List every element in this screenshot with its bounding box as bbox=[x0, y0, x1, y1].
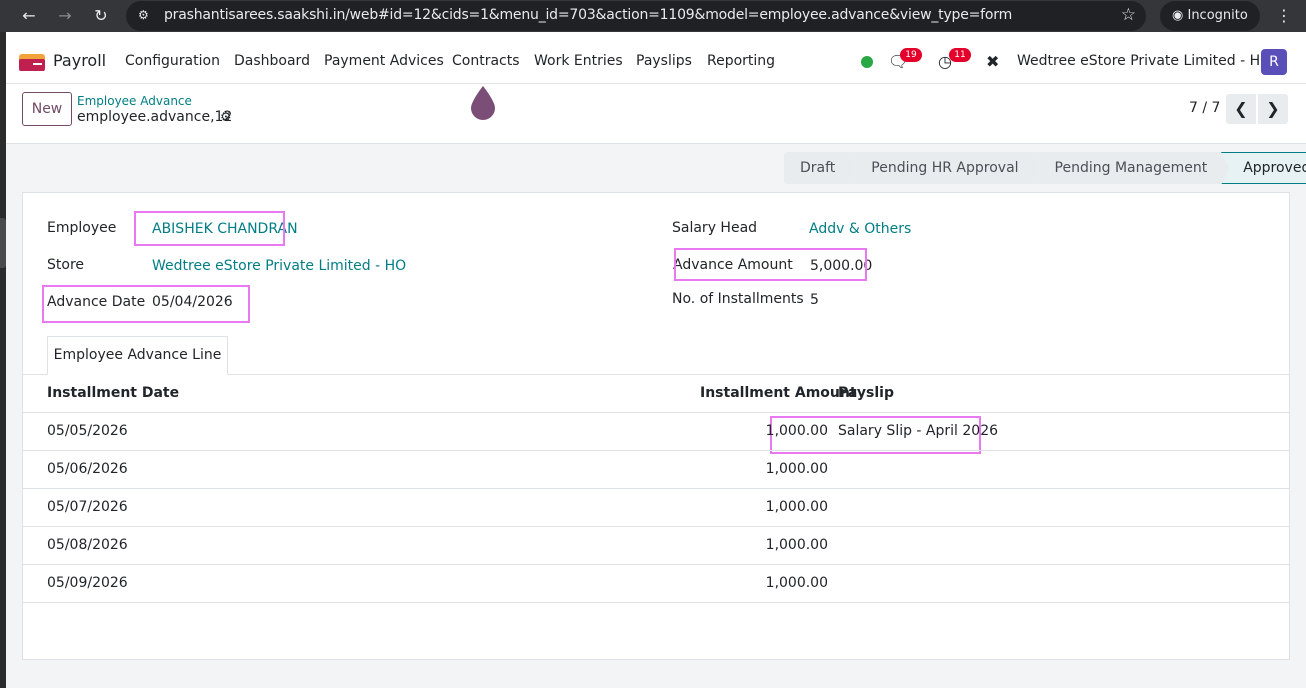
advance-amount-field[interactable]: 5,000.00 bbox=[810, 258, 872, 274]
table-bottom-border bbox=[23, 602, 1289, 603]
menu-reporting[interactable]: Reporting bbox=[707, 53, 775, 69]
new-button[interactable]: New bbox=[22, 92, 72, 126]
employee-label: Employee bbox=[47, 220, 117, 236]
installments-field[interactable]: 5 bbox=[810, 292, 819, 308]
row-installment-date: 05/09/2026 bbox=[47, 575, 128, 591]
gear-icon[interactable]: ⚙ bbox=[220, 110, 232, 125]
advance-date-field[interactable]: 05/04/2026 bbox=[152, 294, 233, 310]
col-installment-date[interactable]: Installment Date bbox=[47, 385, 179, 401]
url-text[interactable]: prashantisarees.saakshi.in/web#id=12&cid… bbox=[164, 7, 1012, 23]
advance-date-label: Advance Date bbox=[47, 294, 146, 310]
stage-pending-hr-approval[interactable]: Pending HR Approval bbox=[849, 152, 1041, 184]
bookmark-star-icon[interactable]: ☆ bbox=[1121, 5, 1136, 25]
messages-badge: 19 bbox=[900, 48, 922, 62]
menu-payslips[interactable]: Payslips bbox=[636, 53, 692, 69]
advance-amount-label: Advance Amount bbox=[673, 257, 793, 273]
stage-draft[interactable]: Draft bbox=[784, 152, 858, 184]
row-installment-date: 05/06/2026 bbox=[47, 461, 128, 477]
row-payslip: Salary Slip - April 2026 bbox=[838, 423, 999, 439]
address-bar[interactable]: ⚙ prashantisarees.saakshi.in/web#id=12&c… bbox=[126, 1, 1146, 31]
salary-head-label: Salary Head bbox=[672, 220, 758, 236]
row-installment-date: 05/05/2026 bbox=[47, 423, 128, 439]
col-installment-amount[interactable]: Installment Amount bbox=[700, 385, 857, 401]
pager-previous-button[interactable]: ❮ bbox=[1226, 94, 1256, 124]
chevron-right-icon: ❯ bbox=[1266, 99, 1280, 118]
installments-label: No. of Installments bbox=[672, 291, 804, 307]
tab-employee-advance-line[interactable]: Employee Advance Line bbox=[47, 336, 228, 375]
store-field[interactable]: Wedtree eStore Private Limited - HO bbox=[152, 258, 406, 274]
row-installment-amount: 1,000.00 bbox=[765, 575, 828, 591]
row-installment-amount: 1,000.00 bbox=[765, 423, 828, 439]
menu-payment-advices[interactable]: Payment Advices bbox=[324, 53, 444, 69]
browser-menu-icon[interactable]: ⋮ bbox=[1276, 6, 1292, 25]
company-switcher[interactable]: Wedtree eStore Private Limited - HO bbox=[1017, 53, 1271, 69]
app-navbar: Payroll Configuration Dashboard Payment … bbox=[6, 40, 1306, 84]
statusbar: Draft Pending HR Approval Pending Manage… bbox=[784, 152, 1306, 185]
chevron-left-icon: ❮ bbox=[1234, 99, 1248, 118]
employee-field[interactable]: ABISHEK CHANDRAN bbox=[152, 221, 298, 237]
col-payslip[interactable]: Payslip bbox=[838, 385, 894, 401]
menu-configuration[interactable]: Configuration bbox=[125, 53, 220, 69]
menu-dashboard[interactable]: Dashboard bbox=[234, 53, 310, 69]
browser-toolbar: ← → ↻ ⚙ prashantisarees.saakshi.in/web#i… bbox=[0, 0, 1306, 32]
row-installment-amount: 1,000.00 bbox=[765, 461, 828, 477]
stage-approved[interactable]: Approved bbox=[1221, 152, 1306, 185]
menu-contracts[interactable]: Contracts bbox=[452, 53, 520, 69]
user-avatar[interactable]: R bbox=[1261, 49, 1287, 75]
payroll-app-icon[interactable] bbox=[19, 54, 45, 71]
forward-arrow-icon[interactable]: → bbox=[54, 6, 76, 26]
salary-head-field[interactable]: Addv & Others bbox=[809, 221, 911, 237]
pager-value[interactable]: 7 / 7 bbox=[1189, 100, 1220, 116]
site-settings-icon[interactable]: ⚙ bbox=[138, 8, 149, 22]
droplet-icon bbox=[471, 86, 495, 120]
debug-tools-icon[interactable]: ✖ bbox=[986, 52, 999, 71]
incognito-indicator[interactable]: ◉ Incognito bbox=[1160, 1, 1260, 31]
stage-pending-management[interactable]: Pending Management bbox=[1032, 152, 1229, 184]
online-status-icon[interactable] bbox=[861, 56, 873, 68]
activities-badge: 11 bbox=[949, 48, 971, 62]
back-arrow-icon[interactable]: ← bbox=[18, 6, 40, 26]
reload-icon[interactable]: ↻ bbox=[90, 6, 112, 26]
row-installment-date: 05/08/2026 bbox=[47, 537, 128, 553]
row-installment-amount: 1,000.00 bbox=[765, 499, 828, 515]
table-row[interactable]: 05/07/2026 1,000.00 bbox=[23, 488, 1289, 526]
menu-work-entries[interactable]: Work Entries bbox=[534, 53, 623, 69]
incognito-label: Incognito bbox=[1187, 8, 1248, 23]
table-row[interactable]: 05/09/2026 1,000.00 bbox=[23, 564, 1289, 602]
store-label: Store bbox=[47, 257, 85, 273]
table-row[interactable]: 05/06/2026 1,000.00 bbox=[23, 450, 1289, 488]
record-name: employee.advance,12 bbox=[77, 109, 233, 125]
table-row[interactable]: 05/05/2026 1,000.00 Salary Slip - April … bbox=[23, 412, 1289, 450]
row-installment-date: 05/07/2026 bbox=[47, 499, 128, 515]
app-name[interactable]: Payroll bbox=[53, 51, 106, 70]
row-installment-amount: 1,000.00 bbox=[765, 537, 828, 553]
table-row[interactable]: 05/08/2026 1,000.00 bbox=[23, 526, 1289, 564]
pager-next-button[interactable]: ❯ bbox=[1258, 94, 1288, 124]
breadcrumb-employee-advance[interactable]: Employee Advance bbox=[77, 94, 192, 108]
incognito-icon: ◉ bbox=[1172, 8, 1184, 23]
